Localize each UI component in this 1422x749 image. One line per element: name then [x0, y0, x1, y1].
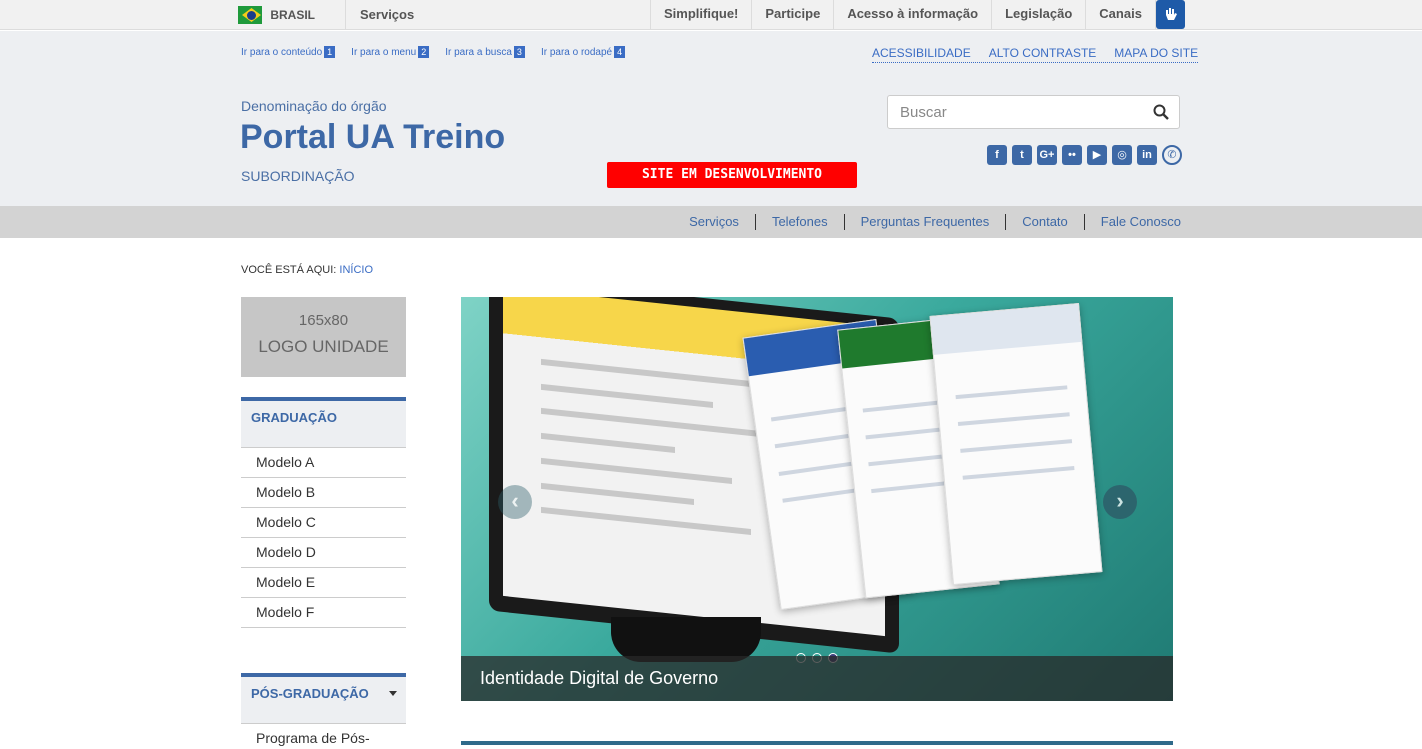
sidebar-item-modelo-e[interactable]: Modelo E — [241, 568, 406, 598]
sidebar-pos-header[interactable]: PÓS-GRADUAÇÃO — [241, 673, 406, 724]
site-title[interactable]: Portal UA Treino — [240, 118, 505, 157]
accessibility-link[interactable]: ACESSIBILIDADE — [872, 46, 971, 60]
brazil-flag-icon — [238, 6, 263, 24]
skip-link-content[interactable]: Ir para o conteúdo 1 — [241, 46, 336, 58]
sidebar-graduacao-header[interactable]: GRADUAÇÃO — [241, 397, 406, 448]
logo-size-label: 165x80 — [298, 312, 349, 329]
caret-down-icon — [389, 691, 397, 696]
google-plus-icon[interactable]: G+ — [1037, 145, 1057, 165]
search-input[interactable] — [888, 96, 1128, 128]
unit-logo-placeholder: 165x80 LOGO UNIDADE — [241, 297, 406, 377]
sidebar-pos-title: PÓS-GRADUAÇÃO — [251, 686, 369, 701]
facebook-icon[interactable]: f — [987, 145, 1007, 165]
skip-links: Ir para o conteúdo 1 Ir para o menu 2 Ir p… — [241, 46, 626, 58]
gov-links: Simplifique! Participe Acesso à informaç… — [650, 0, 1156, 30]
high-contrast-link[interactable]: ALTO CONTRASTE — [989, 46, 1097, 60]
site-map-link[interactable]: MAPA DO SITE — [1114, 46, 1198, 60]
social-icons: f t G+ •• ▶ ◎ in ✆ — [987, 145, 1182, 165]
hero-carousel[interactable]: ‹ › Identidade Digital de Governo — [461, 297, 1173, 701]
carousel-caption-text[interactable]: Identidade Digital de Governo — [480, 668, 718, 689]
site-page-mockup-light — [929, 302, 1103, 586]
breadcrumb-home-link[interactable]: INÍCIO — [339, 264, 373, 276]
service-nav-contato[interactable]: Contato — [1005, 214, 1084, 230]
sidebar-graduacao: GRADUAÇÃO Modelo A Modelo B Modelo C Mod… — [241, 397, 406, 628]
brasil-label: BRASIL — [270, 8, 315, 22]
org-subordination: SUBORDINAÇÃO — [241, 168, 355, 184]
service-nav-bar: Serviços Telefones Perguntas Frequentes … — [0, 206, 1422, 238]
service-nav-fale-conosco[interactable]: Fale Conosco — [1083, 214, 1181, 230]
brasil-link[interactable]: BRASIL — [238, 0, 346, 30]
breadcrumb: VOCÊ ESTÁ AQUI: INÍCIO — [241, 264, 373, 276]
flickr-icon[interactable]: •• — [1062, 145, 1082, 165]
linkedin-icon[interactable]: in — [1137, 145, 1157, 165]
skip-link-footer[interactable]: Ir para o rodapé 4 — [541, 46, 626, 58]
gov-link-acesso-informacao[interactable]: Acesso à informação — [833, 0, 991, 30]
skip-link-menu[interactable]: Ir para o menu 2 — [351, 46, 430, 58]
gov-link-legislacao[interactable]: Legislação — [991, 0, 1085, 30]
sidebar-item-programa-pos[interactable]: Programa de Pós- — [241, 724, 406, 749]
youtube-icon[interactable]: ▶ — [1087, 145, 1107, 165]
service-nav-faq[interactable]: Perguntas Frequentes — [843, 214, 1006, 230]
gov-link-participe[interactable]: Participe — [751, 0, 833, 30]
sidebar-item-modelo-d[interactable]: Modelo D — [241, 538, 406, 568]
gov-top-bar: BRASIL Serviços Simplifique! Participe A… — [0, 0, 1422, 30]
instagram-icon[interactable]: ◎ — [1112, 145, 1132, 165]
twitter-icon[interactable]: t — [1012, 145, 1032, 165]
service-nav-servicos[interactable]: Serviços — [673, 214, 755, 230]
sidebar-pos-graduacao: PÓS-GRADUAÇÃO Programa de Pós- — [241, 673, 406, 749]
sidebar-item-modelo-c[interactable]: Modelo C — [241, 508, 406, 538]
sidebar-item-modelo-b[interactable]: Modelo B — [241, 478, 406, 508]
search-box — [887, 95, 1180, 129]
service-nav-telefones[interactable]: Telefones — [754, 214, 844, 230]
site-header: Ir para o conteúdo 1 Ir para o menu 2 Ir p… — [0, 31, 1422, 206]
gov-link-canais[interactable]: Canais — [1085, 0, 1156, 30]
vlibras-hand-icon[interactable] — [1156, 0, 1185, 29]
gov-link-simplifique[interactable]: Simplifique! — [650, 0, 751, 30]
search-icon[interactable] — [1153, 104, 1169, 120]
service-nav-links: Serviços Telefones Perguntas Frequentes … — [673, 206, 1181, 238]
carousel-next-button[interactable]: › — [1103, 485, 1137, 519]
sidebar-item-modelo-a[interactable]: Modelo A — [241, 448, 406, 478]
sidebar-item-modelo-f[interactable]: Modelo F — [241, 598, 406, 628]
carousel-prev-button[interactable]: ‹ — [498, 485, 532, 519]
accessibility-links: ACESSIBILIDADE ALTO CONTRASTE MAPA DO SI… — [872, 46, 1199, 63]
skip-link-search[interactable]: Ir para a busca 3 — [445, 46, 525, 58]
whatsapp-icon[interactable]: ✆ — [1162, 145, 1182, 165]
breadcrumb-prefix: VOCÊ ESTÁ AQUI: — [241, 264, 337, 276]
content-section-divider — [461, 741, 1173, 745]
logo-label: LOGO UNIDADE — [258, 337, 389, 356]
gov-services-link[interactable]: Serviços — [360, 0, 414, 30]
dev-status-badge: SITE EM DESENVOLVIMENTO — [607, 162, 857, 188]
org-denomination: Denominação do órgão — [241, 98, 387, 114]
carousel-caption: Identidade Digital de Governo — [461, 656, 1173, 701]
